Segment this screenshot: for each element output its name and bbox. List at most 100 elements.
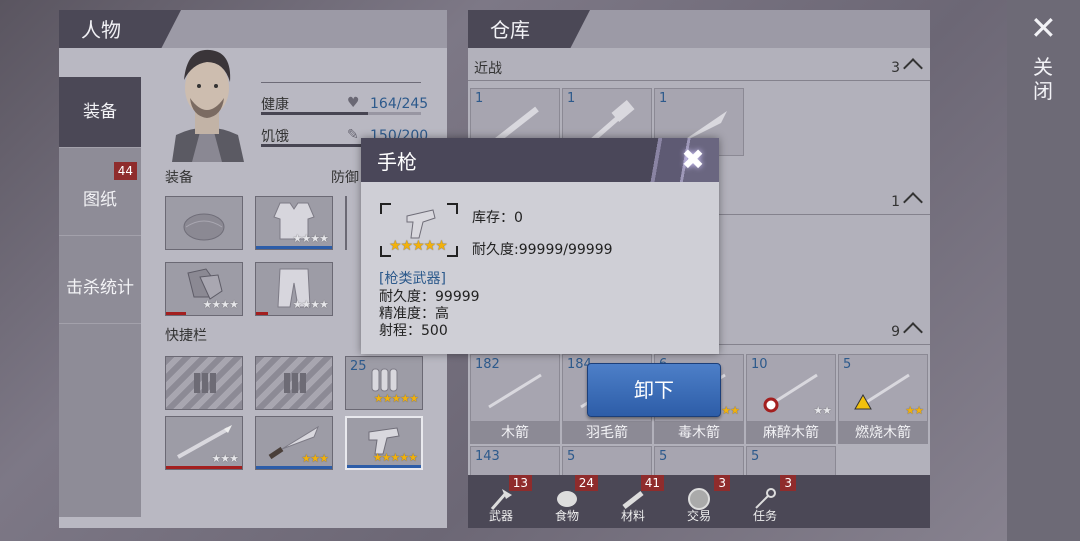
melee-count: 3 (891, 58, 923, 78)
warehouse-bottom-tabs: 13 武器 24 食物 41 材料 3 交易 3 任务 (468, 475, 930, 528)
equipment-section-label: 装备 (165, 170, 193, 186)
heart-icon: ♥ (347, 95, 360, 111)
character-portrait (172, 49, 244, 162)
hunger-label: 饥饿 (261, 129, 289, 145)
equip-slot-helmet[interactable] (165, 196, 243, 250)
machete-durability (256, 466, 332, 469)
item-row-2-3[interactable]: 5 (654, 446, 744, 476)
tab-badge: 24 (574, 475, 598, 491)
melee-category-header[interactable]: 近战 3 (468, 54, 930, 81)
item-count: 10 (751, 357, 768, 372)
tab-blueprints-label: 图纸 (83, 190, 117, 210)
item-count: 1 (475, 91, 484, 106)
tab-label: 交易 (686, 509, 711, 523)
bullets-stars: ★★★★★ (373, 392, 419, 405)
quick-slot-3[interactable]: 25 ★★★★★ (345, 356, 423, 410)
spear-stars: ★★★ (211, 452, 239, 465)
arrow-name-3: 毒木箭 (654, 422, 744, 444)
item-count: 1 (567, 91, 576, 106)
popup-durability: 耐久度:99999/99999 (472, 242, 613, 258)
defense-label: 防御 (331, 170, 359, 186)
helmet-icon (183, 213, 225, 241)
equip-slot-gloves[interactable]: ★★★★ (165, 262, 243, 316)
stat-divider (261, 82, 421, 83)
tab-label: 材料 (620, 509, 645, 523)
tab-badge: 41 (640, 475, 664, 491)
tab-label: 任务 (752, 509, 777, 523)
empty-ammo-icon (194, 373, 216, 393)
machete-stars: ★★★ (301, 452, 329, 465)
spear-durability (166, 466, 242, 469)
close-label[interactable]: 关闭 (1033, 55, 1053, 103)
popup-category: [枪类武器] (379, 271, 446, 287)
close-icon[interactable]: ✕ (1030, 12, 1057, 44)
quick-slot-4[interactable]: ★★★ (165, 416, 243, 470)
chevron-up-icon (903, 58, 923, 78)
quick-slot-6-selected[interactable]: ★★★★★ (345, 416, 423, 470)
empty-ammo-icon (284, 373, 306, 393)
arrow-item-1[interactable]: 182 (470, 354, 560, 422)
popup-stars: ★★★★★ (389, 238, 448, 254)
equip-slot-partial (345, 196, 347, 250)
popup-stock: 库存：0 (472, 210, 523, 226)
tab-weapons[interactable]: 13 武器 (468, 475, 534, 528)
item-row-2-1[interactable]: 143 (470, 446, 560, 476)
item-count: 1 (659, 91, 668, 106)
gloves-durability (166, 312, 186, 315)
item-count: 182 (475, 357, 500, 372)
tab-label: 食物 (554, 509, 579, 523)
tab-blueprints[interactable]: 图纸 44 (59, 162, 141, 236)
bullets-count: 25 (350, 359, 367, 374)
popup-item-frame: ★★★★★ (379, 202, 459, 258)
item-count: 5 (843, 357, 852, 372)
item-count: 5 (751, 449, 760, 464)
tab-equipment[interactable]: 装备 (59, 77, 141, 148)
chevron-up-icon (903, 192, 923, 212)
equip-slot-vest[interactable]: ★★★★ (255, 196, 333, 250)
popup-title: 手枪 (377, 150, 417, 174)
arrow-name-2: 羽毛箭 (562, 422, 652, 444)
tab-badge: 3 (714, 475, 730, 491)
melee-label: 近战 (474, 61, 502, 77)
item-stars: ★★ (813, 404, 832, 417)
quick-slot-1[interactable] (165, 356, 243, 410)
item-detail-popup: 手枪 ✖ ★★★★★ 库存：0 耐久度:99999/99999 [枪类武器] 耐… (361, 138, 719, 354)
equip-slot-pants[interactable]: ★★★★ (255, 262, 333, 316)
health-value: 164/245 (370, 96, 429, 112)
pistol-durability (347, 465, 421, 468)
gloves-stars: ★★★★ (202, 298, 239, 311)
item-row-2-2[interactable]: 5 (562, 446, 652, 476)
pants-durability (256, 312, 268, 315)
quick-slot-2[interactable] (255, 356, 333, 410)
item-row-2-4[interactable]: 5 (746, 446, 836, 476)
unequip-button[interactable]: 卸下 (587, 363, 721, 417)
pistol-stars: ★★★★★ (372, 451, 418, 464)
character-side-tabs: 装备 图纸 44 击杀统计 (59, 77, 141, 517)
tab-label: 武器 (488, 509, 513, 523)
category-3-count: 9 (891, 322, 923, 342)
quick-slot-5[interactable]: ★★★ (255, 416, 333, 470)
arrow-item-4[interactable]: 10 ★★ (746, 354, 836, 422)
arrow-item-5[interactable]: 5 ★★ (838, 354, 928, 422)
close-icon[interactable]: ✖ (679, 146, 707, 174)
quickbar-label: 快捷栏 (165, 328, 207, 344)
arrow-name-1: 木箭 (470, 422, 560, 444)
popup-detail-range: 射程：500 (379, 323, 448, 339)
tab-food[interactable]: 24 食物 (534, 475, 600, 528)
vest-stars: ★★★★ (292, 232, 329, 245)
tab-kill-stats[interactable]: 击杀统计 (59, 253, 141, 324)
chevron-up-icon (903, 322, 923, 342)
health-bar (261, 112, 421, 115)
tab-equipment-label: 装备 (83, 102, 117, 122)
arrow-name-5: 燃烧木箭 (838, 422, 928, 444)
tab-quests[interactable]: 3 任务 (732, 475, 798, 528)
warehouse-title: 仓库 (468, 10, 590, 48)
health-label: 健康 (261, 97, 289, 113)
tab-badge: 13 (508, 475, 532, 491)
category-2-count: 1 (891, 192, 923, 212)
tab-materials[interactable]: 41 材料 (600, 475, 666, 528)
item-stars: ★★ (721, 404, 740, 417)
item-stars: ★★ (905, 404, 924, 417)
tab-trade[interactable]: 3 交易 (666, 475, 732, 528)
arrow-name-4: 麻醉木箭 (746, 422, 836, 444)
